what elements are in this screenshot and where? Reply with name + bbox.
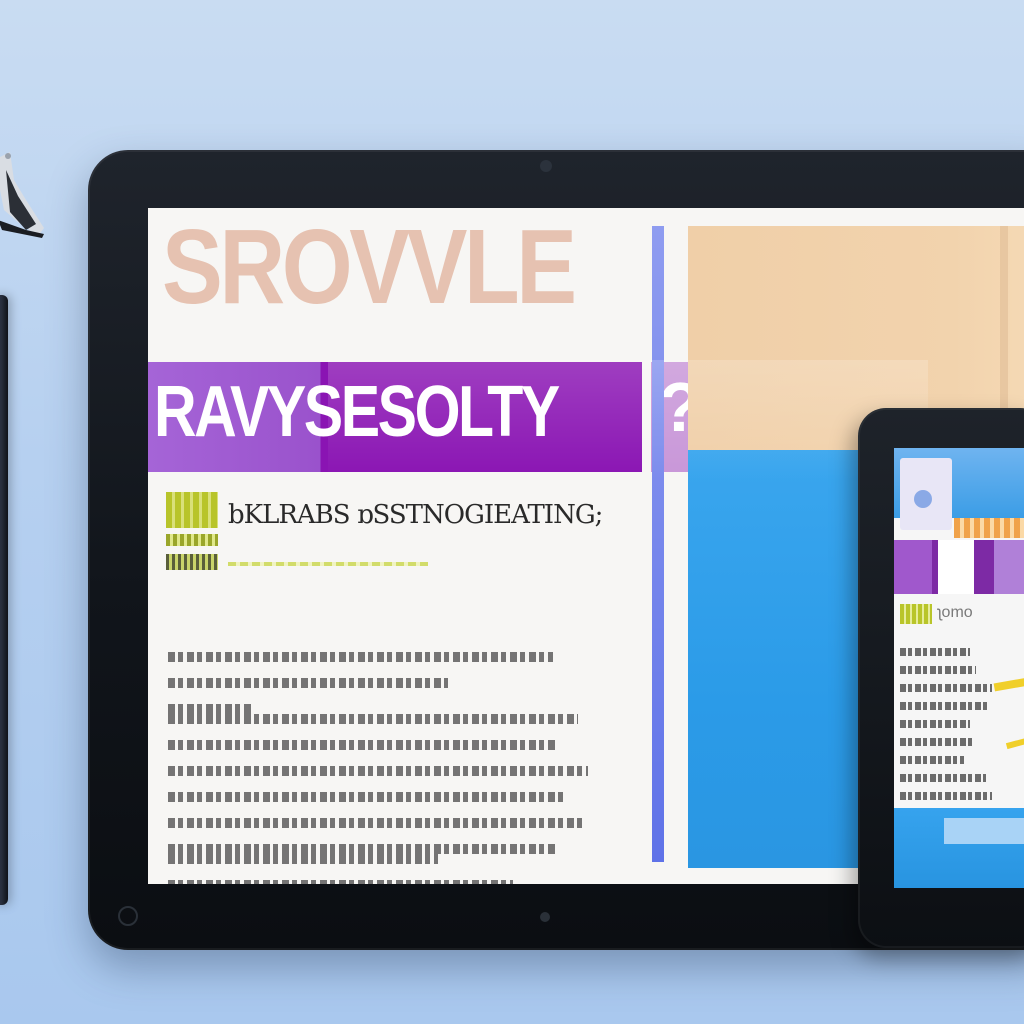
text-line (168, 760, 588, 780)
text-line (900, 770, 986, 784)
phone-lime-icon (900, 604, 932, 624)
tablet-sensor (540, 912, 550, 922)
column-divider (652, 226, 664, 862)
text-line (900, 644, 970, 658)
text-line (168, 708, 578, 728)
text-line (900, 788, 992, 802)
text-line (900, 698, 990, 712)
phone-purple-banner (894, 540, 1024, 594)
text-line (168, 874, 513, 884)
phone-orange-strip (954, 518, 1024, 538)
section-subheading: bKLRABS ɒSSTNOGIEATING; (228, 500, 603, 530)
page-headline: SROVVLE (162, 208, 577, 326)
phone-screen: ʅomo (894, 448, 1024, 888)
purple-banner: RAVYSESOLTY (148, 362, 642, 472)
tablet-home-button[interactable] (118, 906, 138, 926)
body-paragraph-3 (168, 848, 638, 884)
banner-title: RAVYSESOLTY (154, 372, 560, 452)
subhead-logo-strip (166, 534, 218, 546)
phone-avatar (914, 490, 932, 508)
text-line (168, 812, 586, 832)
subheading-underline (228, 562, 428, 566)
text-line (168, 786, 563, 806)
subhead-logo-icon (166, 492, 218, 528)
phone-highlight (1005, 732, 1024, 750)
text-line (168, 848, 438, 868)
tablet-camera (540, 160, 552, 172)
phone-tile (994, 540, 1024, 594)
left-phone-edge (0, 295, 8, 905)
drone-icon (0, 152, 44, 238)
text-line (900, 752, 964, 766)
text-line (168, 646, 553, 666)
phone-device: ʅomo (858, 408, 1024, 948)
phone-footer-card (944, 818, 1024, 844)
phone-tile (894, 540, 932, 594)
text-line (900, 662, 976, 676)
text-line (900, 734, 972, 748)
phone-paragraph (900, 644, 992, 806)
photo-scene: SROVVLE RAVYSESOLTY ? bKLRABS ɒSSTNOGIEA… (0, 0, 1024, 1024)
phone-highlight (993, 676, 1024, 692)
body-paragraph-2 (168, 708, 638, 864)
text-line (168, 672, 448, 692)
phone-tile (938, 540, 974, 594)
phone-subheading: ʅomo (938, 604, 973, 621)
text-line (168, 734, 558, 754)
text-line (900, 716, 970, 730)
subhead-logo-strip-2 (166, 554, 218, 570)
text-line (900, 680, 992, 694)
